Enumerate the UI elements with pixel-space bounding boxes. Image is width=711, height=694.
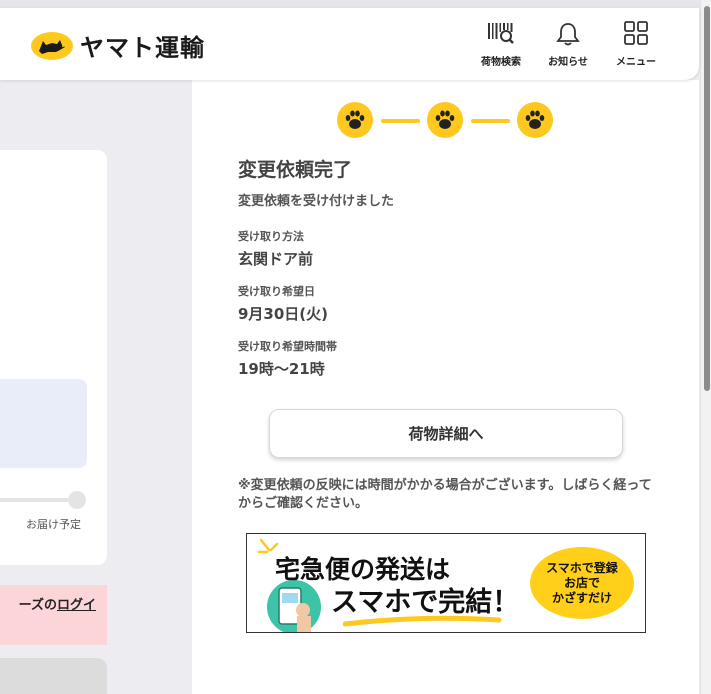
- banner-badge-line3: かざすだけ: [551, 591, 612, 605]
- receive-date-label: 受け取り希望日: [238, 285, 315, 298]
- login-notice-prefix: ーズの: [18, 598, 57, 613]
- notifications-button[interactable]: お知らせ: [540, 21, 596, 68]
- step-connector-1: [381, 119, 420, 123]
- scrollbar-thumb[interactable]: [704, 6, 710, 391]
- black-cat-logo-icon: [30, 31, 74, 61]
- reflection-note: ※変更依頼の反映には時間がかかる場合がございます。しばらく経ってからご確認くださ…: [238, 478, 652, 511]
- tracking-card: [0, 150, 107, 565]
- menu-label: メニュー: [616, 57, 656, 68]
- login-link[interactable]: ログイ: [57, 598, 96, 613]
- banner-badge: スマホで登録 お店で かざすだけ: [530, 547, 634, 619]
- progress-steps: [337, 102, 554, 138]
- delivery-eta-label: お届け予定: [26, 518, 81, 531]
- left-gray-button[interactable]: [0, 658, 107, 694]
- step-3-paw-icon: [517, 102, 553, 138]
- notifications-label: お知らせ: [548, 57, 588, 68]
- receive-date-value: 9月30日(火): [238, 305, 329, 323]
- receive-method-value: 玄関ドア前: [238, 250, 314, 268]
- page-scrollbar[interactable]: [700, 0, 711, 694]
- underline-swoosh-icon: [342, 612, 503, 631]
- receive-time-label: 受け取り希望時間帯: [238, 340, 337, 353]
- receive-time-value: 19時〜21時: [238, 360, 325, 378]
- top-strip: [0, 0, 700, 8]
- package-search-button[interactable]: 荷物検索: [473, 21, 529, 68]
- barcode-search-icon: [473, 21, 529, 47]
- package-detail-button[interactable]: 荷物詳細へ: [269, 409, 623, 458]
- logo-text: ヤマト運輸: [80, 34, 205, 62]
- menu-button[interactable]: メニュー: [608, 21, 664, 68]
- step-2-paw-icon: [427, 102, 463, 138]
- smartphone-shipping-banner[interactable]: 宅急便の発送は スマホで完結！ スマホで登録 お店で かざすだけ: [246, 533, 646, 633]
- receive-method-label: 受け取り方法: [238, 230, 304, 243]
- delivery-progress-dot: [68, 491, 86, 509]
- step-connector-2: [471, 119, 510, 123]
- grid-menu-icon: [608, 21, 664, 47]
- banner-badge-line1: スマホで登録: [546, 561, 618, 575]
- yamato-logo[interactable]: ヤマト運輸: [30, 28, 205, 63]
- page-subtitle: 変更依頼を受け付けました: [238, 194, 395, 209]
- delivery-progress-track: [0, 498, 78, 502]
- tracking-info-box: [0, 379, 87, 468]
- banner-badge-line2: お店で: [563, 576, 600, 590]
- phone-illustration-icon: [267, 580, 321, 632]
- site-header: ヤマト運輸 荷物検索 お知らせ メニュー: [0, 8, 699, 80]
- step-1-paw-icon: [337, 102, 373, 138]
- bell-icon: [540, 21, 596, 47]
- login-notice-text: ーズのログイ: [0, 594, 96, 613]
- page-title: 変更依頼完了: [238, 159, 353, 181]
- package-search-label: 荷物検索: [481, 57, 521, 68]
